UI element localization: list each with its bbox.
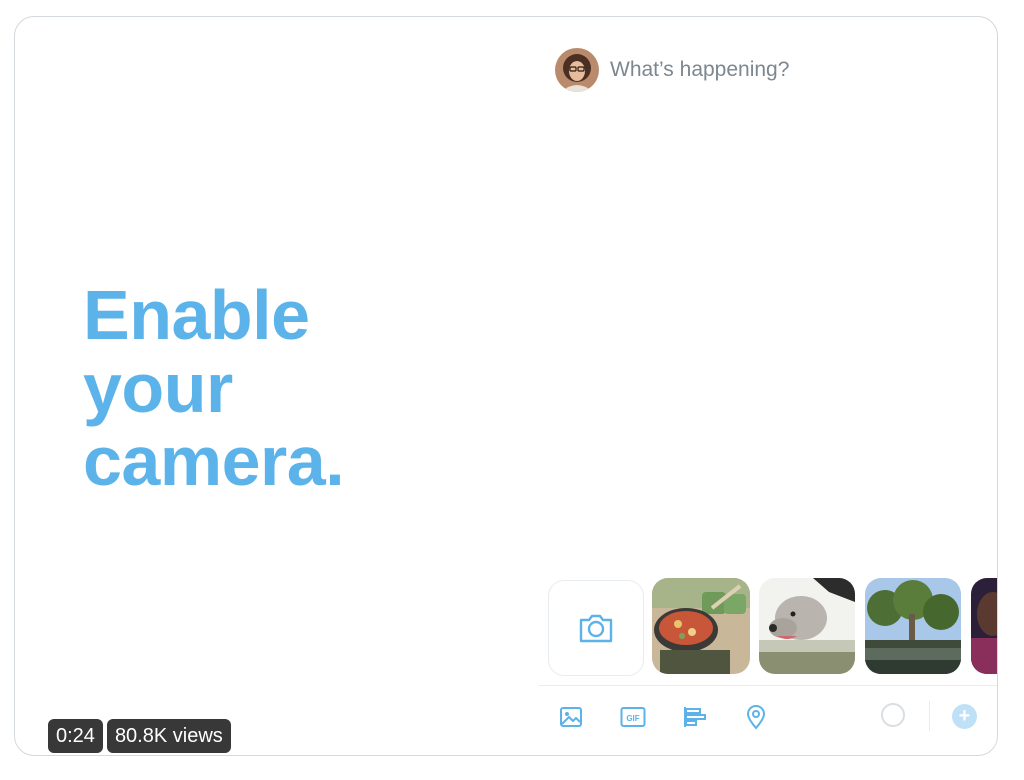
poll-button[interactable] xyxy=(681,703,709,731)
thumbnail-food-pan[interactable] xyxy=(652,578,750,674)
poll-icon xyxy=(684,707,706,727)
character-count-ring xyxy=(881,703,905,727)
gif-button[interactable]: GIF xyxy=(619,703,647,731)
headline-line-2: your xyxy=(83,349,233,427)
video-badges: 0:24 80.8K views xyxy=(48,719,231,753)
toolbar-divider xyxy=(539,685,997,686)
location-button[interactable] xyxy=(742,703,770,731)
compose-placeholder[interactable]: What’s happening? xyxy=(610,58,789,82)
camera-button[interactable] xyxy=(548,580,644,676)
view-count: 80.8K views xyxy=(106,719,231,753)
headline-line-1: Enable xyxy=(83,276,310,354)
location-icon xyxy=(746,705,766,730)
thumbnail-crowd-trees[interactable] xyxy=(865,578,961,674)
camera-icon xyxy=(579,614,613,643)
compose-row: What’s happening? xyxy=(555,47,789,93)
video-duration: 0:24 xyxy=(48,719,103,753)
add-tweet-button[interactable]: + xyxy=(952,704,977,729)
media-button[interactable] xyxy=(557,703,585,731)
thumbnail-person[interactable] xyxy=(971,578,997,674)
avatar[interactable] xyxy=(555,48,599,92)
image-icon xyxy=(560,707,582,727)
video-card[interactable]: Enable your camera. What’s happening? GI… xyxy=(14,16,998,756)
headline: Enable your camera. xyxy=(83,276,345,500)
gif-icon: GIF xyxy=(620,707,646,727)
headline-line-3: camera. xyxy=(83,422,345,500)
gif-label: GIF xyxy=(626,714,639,723)
toolbar-vertical-divider xyxy=(929,701,930,731)
thumbnail-dog[interactable] xyxy=(759,578,855,674)
